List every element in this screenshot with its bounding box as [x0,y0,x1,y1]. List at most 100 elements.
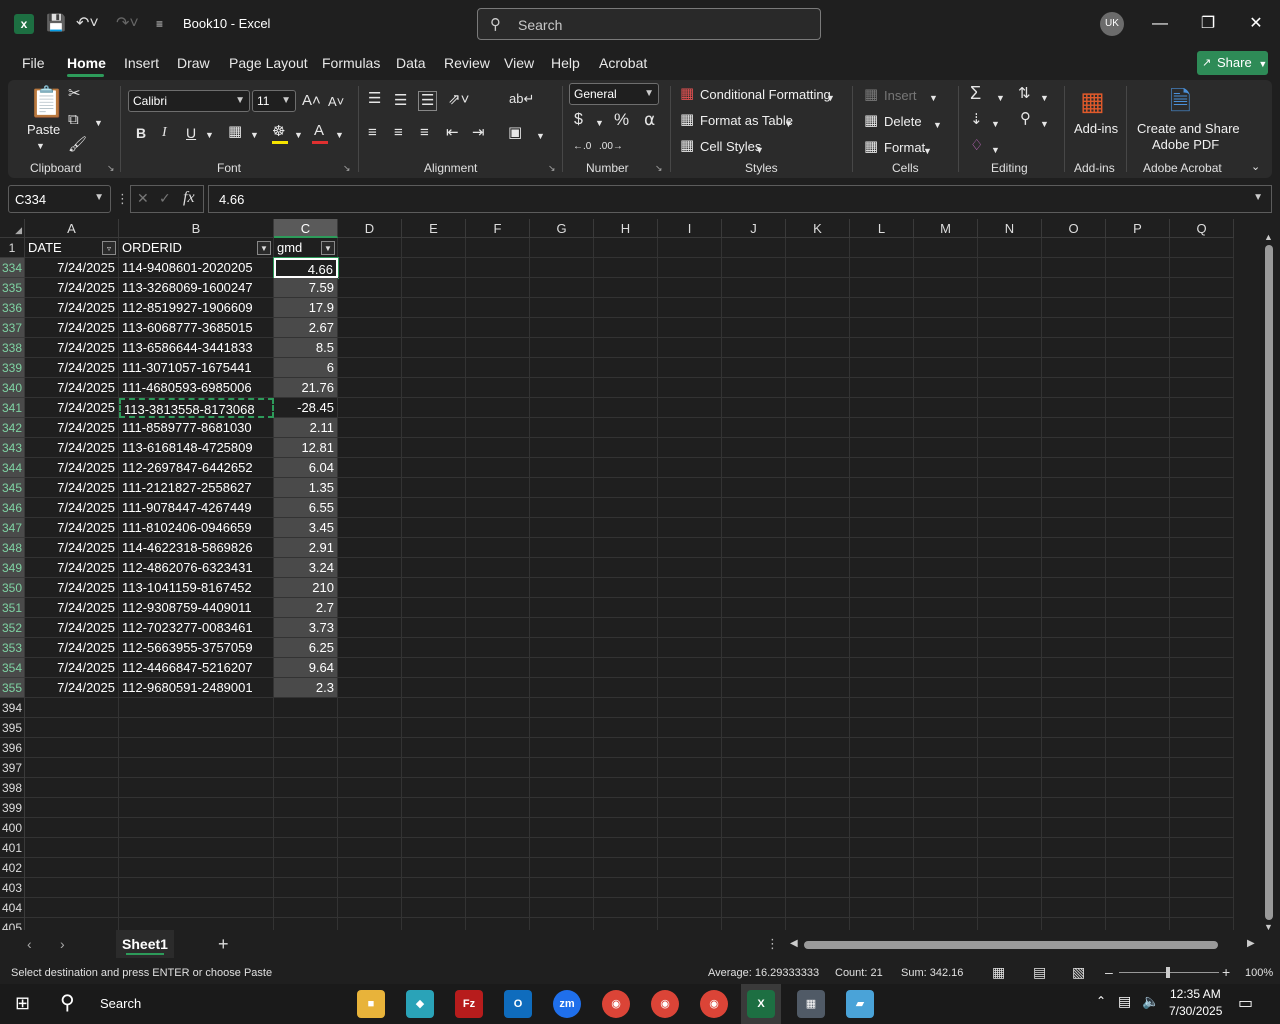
date-cell[interactable]: 7/24/2025 [25,318,119,338]
cell[interactable] [25,818,119,838]
cell[interactable] [978,918,1042,930]
cell[interactable] [914,438,978,458]
cell[interactable] [914,698,978,718]
cell[interactable] [850,838,914,858]
column-header-o[interactable]: O [1042,219,1106,238]
tab-draw[interactable]: Draw [177,55,210,71]
cell[interactable] [594,738,658,758]
cell[interactable] [466,378,530,398]
cell[interactable] [850,478,914,498]
cell[interactable] [402,378,466,398]
prev-sheet-icon[interactable]: ‹ [27,936,32,952]
restore-icon[interactable]: ❐ [1193,10,1223,38]
cell[interactable] [338,598,402,618]
date-cell[interactable]: 7/24/2025 [25,558,119,578]
orderid-cell[interactable]: 112-4466847-5216207 [119,658,274,678]
cell[interactable] [1106,458,1170,478]
tab-view[interactable]: View [504,55,534,71]
cell[interactable] [402,238,466,258]
cell[interactable] [1042,338,1106,358]
cell[interactable] [978,758,1042,778]
cell[interactable] [1042,478,1106,498]
cell[interactable] [658,458,722,478]
file-explorer-icon[interactable]: ■ [357,990,385,1018]
row-header[interactable]: 394 [0,698,25,718]
cell[interactable] [914,498,978,518]
cell[interactable] [25,758,119,778]
cell[interactable] [402,638,466,658]
cell[interactable] [850,738,914,758]
cell[interactable] [850,398,914,418]
cell[interactable] [786,338,850,358]
row-header[interactable]: 1 [0,238,25,258]
create-share-pdf-line2[interactable]: Adobe PDF [1152,137,1219,152]
row-header[interactable]: 338 [0,338,25,358]
cell[interactable] [722,538,786,558]
cell[interactable] [722,278,786,298]
network-icon[interactable]: ▤ [1118,993,1131,1010]
wrap-text-icon[interactable]: ab↵ [509,90,534,108]
row-header[interactable]: 339 [0,358,25,378]
cell[interactable] [466,238,530,258]
cell[interactable] [594,418,658,438]
cell[interactable] [338,778,402,798]
date-cell[interactable]: 7/24/2025 [25,498,119,518]
cell[interactable] [1106,498,1170,518]
cell[interactable] [1170,378,1234,398]
orderid-cell[interactable]: 112-9680591-2489001 [119,678,274,698]
cell[interactable] [1042,818,1106,838]
cell[interactable] [338,898,402,918]
cell[interactable] [338,338,402,358]
date-cell[interactable]: 7/24/2025 [25,658,119,678]
cell[interactable] [402,618,466,638]
cell[interactable] [594,758,658,778]
cell[interactable] [274,698,338,718]
cell[interactable] [530,358,594,378]
cell[interactable] [338,278,402,298]
row-header[interactable]: 334 [0,258,25,278]
cell[interactable] [119,778,274,798]
cell[interactable] [466,598,530,618]
date-cell[interactable]: 7/24/2025 [25,518,119,538]
tab-file[interactable]: File [22,55,45,71]
excel-icon[interactable]: X [747,990,775,1018]
cell[interactable] [1042,738,1106,758]
cell[interactable] [658,498,722,518]
cell[interactable] [978,358,1042,378]
name-box[interactable]: C334 ▼ [8,185,111,213]
gmd-cell[interactable]: 3.45 [274,518,338,538]
cell[interactable] [914,918,978,930]
orderid-cell[interactable]: 114-4622318-5869826 [119,538,274,558]
cell[interactable] [1106,558,1170,578]
column-header-f[interactable]: F [466,219,530,238]
cell[interactable] [25,798,119,818]
cell[interactable] [978,478,1042,498]
column-header-m[interactable]: M [914,219,978,238]
minimize-icon[interactable]: — [1145,10,1175,38]
cell[interactable] [1170,458,1234,478]
cell[interactable] [1170,518,1234,538]
cell[interactable] [978,878,1042,898]
app-icon[interactable]: ▰ [846,990,874,1018]
format-as-table-icon[interactable]: ▦ [680,111,694,129]
cell-styles-button[interactable]: Cell Styles [700,139,761,154]
font-size-combo[interactable]: 11 ▼ [252,90,296,112]
cell[interactable] [658,658,722,678]
cell[interactable] [786,258,850,278]
orientation-icon[interactable]: ⇗˅ [448,91,469,109]
cell[interactable] [658,398,722,418]
cell[interactable] [274,798,338,818]
cell[interactable] [25,738,119,758]
cell[interactable] [1042,378,1106,398]
clock-time[interactable]: 12:35 AM [1170,987,1221,1001]
zoom-in-icon[interactable]: + [1222,964,1230,980]
cell[interactable] [1106,278,1170,298]
column-header-q[interactable]: Q [1170,219,1234,238]
cell[interactable] [786,578,850,598]
cell[interactable] [722,898,786,918]
cell[interactable] [1042,238,1106,258]
cell[interactable] [338,638,402,658]
row-header[interactable]: 404 [0,898,25,918]
orderid-cell[interactable]: 111-4680593-6985006 [119,378,274,398]
cell[interactable] [978,338,1042,358]
